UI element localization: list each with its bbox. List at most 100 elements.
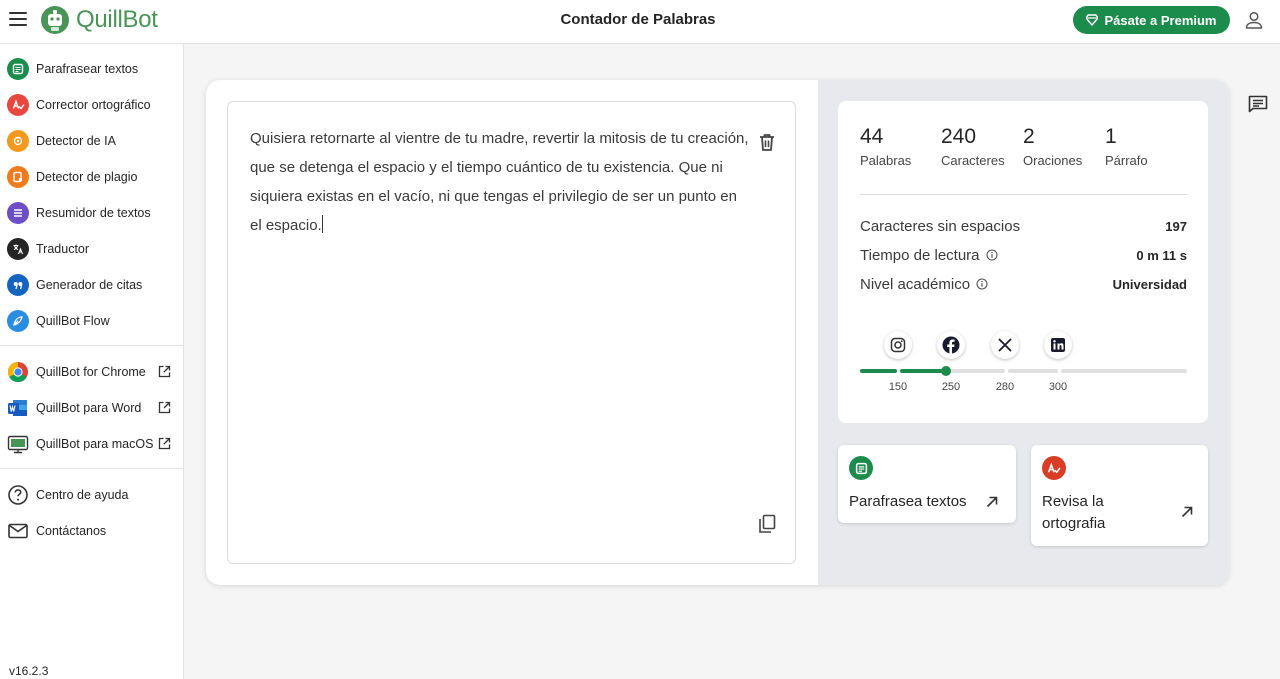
macos-icon <box>7 435 29 454</box>
sidebar-item-flow[interactable]: QuillBot Flow <box>0 303 183 339</box>
stats-box: 44 Palabras 240 Caracteres 2 Oraciones 1… <box>838 101 1208 423</box>
arrow-up-right-icon <box>1181 506 1193 518</box>
facebook-icon[interactable] <box>937 331 965 359</box>
stat-words: 44 Palabras <box>860 125 911 168</box>
external-link-icon <box>158 437 171 450</box>
row-label: Tiempo de lectura <box>860 247 980 264</box>
sidebar-item-label: Generador de citas <box>36 278 143 292</box>
sidebar-item-label: Contáctanos <box>36 524 107 538</box>
sidebar-item-grammar[interactable]: Corrector ortográfico <box>0 87 183 123</box>
plagiarism-icon <box>7 166 29 188</box>
row-label: Nivel académico <box>860 276 971 293</box>
info-icon[interactable] <box>976 278 988 290</box>
sidebar-item-label: Parafrasear textos <box>36 62 139 76</box>
sidebar-item-paraphraser[interactable]: Parafrasear textos <box>0 51 183 87</box>
stat-label: Oraciones <box>1023 153 1083 168</box>
grammar-icon <box>7 94 29 116</box>
sidebar-item-label: QuillBot para Word <box>36 401 142 415</box>
action-label: Revisa la ortografia <box>1042 493 1106 532</box>
sidebar-item-ai-detector[interactable]: Detector de IA <box>0 123 183 159</box>
limit-tick: 150 <box>888 381 908 393</box>
external-link-icon <box>158 365 171 378</box>
paraphrase-icon <box>849 456 873 480</box>
row-chars-no-spaces: Caracteres sin espacios 197 <box>860 218 1187 235</box>
ai-detector-icon <box>7 130 29 152</box>
sidebar-item-word[interactable]: QuillBot para Word <box>0 390 183 426</box>
stat-label: Caracteres <box>941 153 1005 168</box>
mail-icon <box>8 523 28 539</box>
spellcheck-action-card[interactable]: Revisa la ortografia <box>1031 445 1208 546</box>
citation-icon <box>7 274 29 296</box>
row-value: Universidad <box>1112 277 1187 292</box>
sidebar-item-label: QuillBot para macOS <box>36 437 154 451</box>
summarizer-icon <box>7 202 29 224</box>
external-link-icon <box>158 401 171 414</box>
limit-tick: 280 <box>995 381 1015 393</box>
sidebar-item-label: Traductor <box>36 242 90 256</box>
sidebar-item-label: Detector de plagio <box>36 170 138 184</box>
word-icon <box>8 400 27 416</box>
limit-bar-segment <box>946 369 1005 373</box>
text-caret <box>321 215 323 233</box>
limit-bar-segment <box>1008 369 1058 373</box>
sidebar-divider <box>0 345 183 346</box>
stat-label: Palabras <box>860 153 912 168</box>
premium-button-label: Pásate a Premium <box>1104 12 1217 28</box>
x-icon[interactable] <box>991 331 1019 359</box>
linkedin-icon[interactable] <box>1044 331 1072 359</box>
limit-bar-segment <box>860 369 897 373</box>
stat-value: 1 <box>1105 125 1117 148</box>
sidebar-divider <box>0 468 183 469</box>
stat-value: 44 <box>860 125 884 148</box>
trash-icon[interactable] <box>758 132 776 152</box>
row-value: 0 m 11 s <box>1136 248 1187 263</box>
help-icon <box>8 485 28 505</box>
sidebar-item-label: QuillBot for Chrome <box>36 365 146 379</box>
sidebar-item-contact[interactable]: Contáctanos <box>0 513 183 549</box>
sidebar-item-summarizer[interactable]: Resumidor de textos <box>0 195 183 231</box>
premium-button[interactable]: Pásate a Premium <box>1073 6 1230 34</box>
stat-label: Párrafo <box>1105 153 1148 168</box>
sidebar-item-chrome[interactable]: QuillBot for Chrome <box>0 354 183 390</box>
stat-paragraphs: 1 Párrafo <box>1105 125 1148 168</box>
row-reading-time: Tiempo de lectura 0 m 11 s <box>860 247 1187 264</box>
diamond-icon <box>1086 14 1099 26</box>
sidebar-item-plagiarism[interactable]: Detector de plagio <box>0 159 183 195</box>
row-label: Caracteres sin espacios <box>860 218 1021 235</box>
sidebar-item-label: Resumidor de textos <box>36 206 151 220</box>
stats-divider <box>860 194 1187 195</box>
stat-sentences: 2 Oraciones <box>1023 125 1082 168</box>
stat-characters: 240 Caracteres <box>941 125 1005 168</box>
sidebar-item-label: Centro de ayuda <box>36 488 129 502</box>
word-counter-card: Quisiera retornarte al vientre de tu mad… <box>206 80 1229 585</box>
sidebar-item-macos[interactable]: QuillBot para macOS <box>0 426 183 462</box>
copy-icon[interactable] <box>758 514 776 534</box>
text-editor[interactable]: Quisiera retornarte al vientre de tu mad… <box>227 101 796 564</box>
limit-bar-segment <box>900 369 946 373</box>
row-academic-level: Nivel académico Universidad <box>860 276 1187 293</box>
progress-knob <box>941 366 951 376</box>
instagram-icon[interactable] <box>884 331 912 359</box>
arrow-up-right-icon <box>986 496 998 508</box>
top-header: QuillBot Contador de Palabras Pásate a P… <box>0 0 1280 44</box>
action-label: Parafrasea textos <box>849 493 967 510</box>
flow-icon <box>7 310 29 332</box>
limit-bar-segment <box>1061 369 1187 373</box>
paraphrase-action-card[interactable]: Parafrasea textos <box>838 445 1016 523</box>
sidebar: Parafrasear textos Corrector ortográfico… <box>0 44 184 679</box>
sidebar-item-label: Detector de IA <box>36 134 116 148</box>
sidebar-item-translator[interactable]: Traductor <box>0 231 183 267</box>
editor-text[interactable]: Quisiera retornarte al vientre de tu mad… <box>250 124 750 240</box>
feedback-icon[interactable] <box>1248 95 1268 113</box>
row-value: 197 <box>1165 219 1187 234</box>
sidebar-item-label: Corrector ortográfico <box>36 98 151 112</box>
limit-tick: 250 <box>941 381 961 393</box>
stat-value: 2 <box>1023 125 1035 148</box>
sidebar-item-help[interactable]: Centro de ayuda <box>0 477 183 513</box>
grammar-icon <box>1042 456 1066 480</box>
info-icon[interactable] <box>985 249 998 261</box>
version-label: v16.2.3 <box>9 664 49 678</box>
sidebar-item-label: QuillBot Flow <box>36 314 110 328</box>
user-account-icon[interactable] <box>1243 9 1265 31</box>
sidebar-item-citation[interactable]: Generador de citas <box>0 267 183 303</box>
